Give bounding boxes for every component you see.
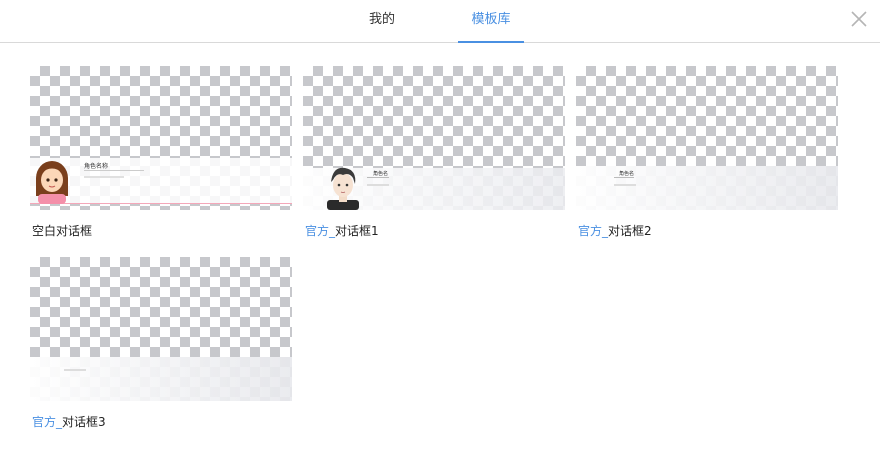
dialog-box-preview — [30, 357, 292, 401]
header-bar: 我的 模板库 — [0, 0, 880, 43]
template-caption: 空白对话框 — [32, 222, 92, 239]
template-prefix: 官方_ — [578, 224, 609, 238]
template-name: 对话框1 — [335, 224, 379, 238]
template-thumbnail[interactable]: 角色名称 — [30, 66, 292, 210]
preview-text-line — [367, 184, 389, 186]
preview-role-name: 角色名称 — [84, 163, 109, 170]
template-prefix: 官方_ — [32, 415, 63, 429]
template-name: 对话框2 — [608, 224, 652, 238]
template-caption: 官方_对话框2 — [578, 222, 652, 239]
preview-divider — [367, 177, 389, 178]
template-thumbnail[interactable] — [30, 257, 292, 401]
boy-avatar-icon — [327, 167, 359, 210]
template-prefix: 官方_ — [305, 224, 336, 238]
preview-role-name: 角色名 — [373, 171, 389, 177]
template-thumbnail[interactable]: 角色名 — [303, 66, 565, 210]
template-thumbnail[interactable]: 角色名 — [576, 66, 838, 210]
dialog-box-preview — [576, 166, 838, 210]
tab-mine[interactable]: 我的 — [358, 0, 406, 42]
preview-text-line — [84, 176, 124, 178]
template-name: 空白对话框 — [32, 224, 93, 238]
template-caption: 官方_对话框3 — [32, 413, 106, 430]
tab-template-library[interactable]: 模板库 — [458, 0, 524, 43]
template-name: 对话框3 — [62, 415, 106, 429]
template-caption: 官方_对话框1 — [305, 222, 379, 239]
girl-avatar-icon — [36, 161, 68, 204]
preview-text-line — [614, 184, 636, 186]
preview-divider — [84, 170, 144, 171]
close-icon[interactable] — [848, 8, 870, 30]
preview-text-line — [64, 369, 86, 371]
preview-role-name: 角色名 — [619, 171, 635, 177]
preview-divider — [614, 177, 634, 178]
